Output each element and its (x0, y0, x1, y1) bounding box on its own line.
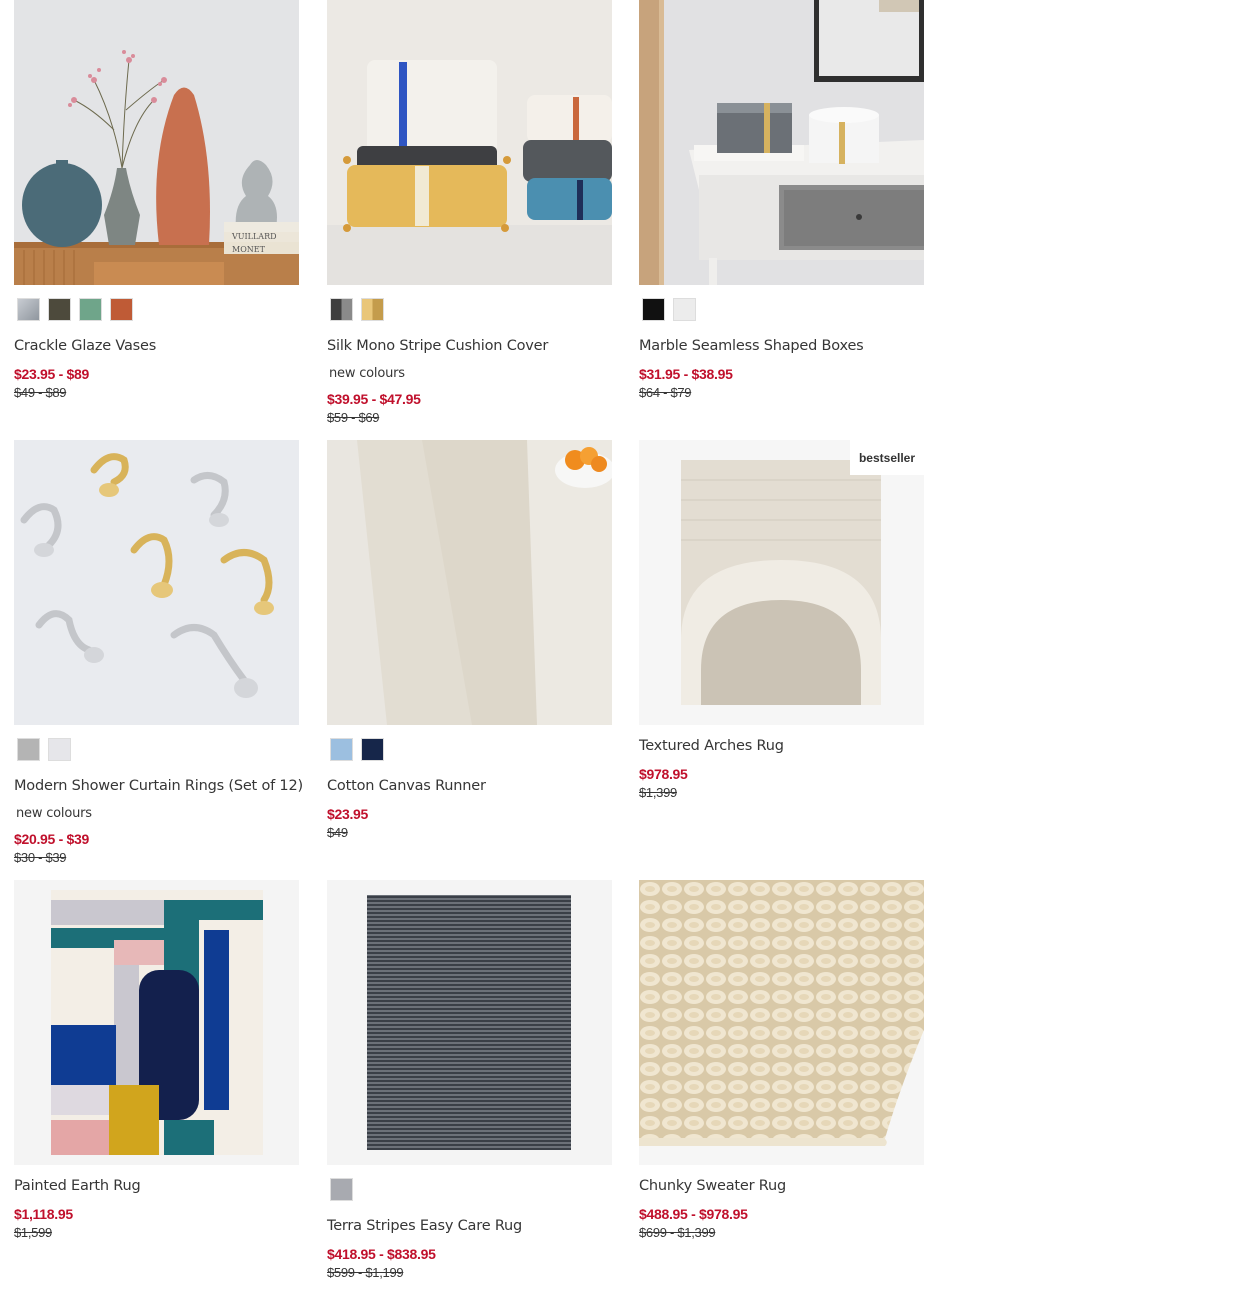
sale-price: $20.95 - $39 (14, 831, 90, 847)
swatch-4[interactable] (110, 298, 133, 321)
new-colours-label: new colours (329, 366, 405, 381)
product-image-vases[interactable]: VUILLARD MONET (14, 0, 299, 285)
runner-photo (327, 440, 612, 725)
product-card[interactable]: Painted Earth Rug $1,118.95 $1,599 (14, 880, 299, 1240)
swatch-1[interactable] (330, 1178, 353, 1201)
swatch-2[interactable] (48, 298, 71, 321)
swatch-1[interactable] (17, 738, 40, 761)
painted-earth-rug-photo (14, 880, 299, 1165)
product-image-painted-earth-rug[interactable] (14, 880, 299, 1165)
sale-price: $31.95 - $38.95 (639, 366, 733, 382)
swatch-2[interactable] (361, 298, 384, 321)
sale-price: $978.95 (639, 766, 688, 782)
book-label-1: VUILLARD (231, 232, 277, 241)
original-price: $64 - $79 (639, 385, 692, 400)
product-name[interactable]: Textured Arches Rug (639, 738, 784, 754)
arches-rug-photo (639, 440, 924, 725)
cushions-photo (327, 0, 612, 285)
swatch-2[interactable] (361, 738, 384, 761)
original-price: $49 (327, 825, 348, 840)
product-image-marble-boxes[interactable] (639, 0, 924, 285)
book-label-2: MONET (232, 245, 266, 254)
original-price: $30 - $39 (14, 850, 67, 865)
product-image-cushions[interactable] (327, 0, 612, 285)
original-price: $599 - $1,199 (327, 1265, 404, 1280)
product-card[interactable]: Marble Seamless Shaped Boxes $31.95 - $3… (639, 0, 924, 400)
product-card[interactable]: Modern Shower Curtain Rings (Set of 12) … (14, 440, 303, 865)
new-colours-label: new colours (16, 806, 92, 821)
sale-price: $23.95 (327, 806, 369, 822)
terra-stripes-rug-photo (327, 880, 612, 1165)
swatch-2[interactable] (673, 298, 696, 321)
sale-price: $1,118.95 (14, 1206, 73, 1222)
color-swatches (330, 1178, 353, 1201)
swatch-1[interactable] (642, 298, 665, 321)
color-swatches (17, 738, 71, 761)
swatch-1[interactable] (17, 298, 40, 321)
product-image-runner[interactable] (327, 440, 612, 725)
product-name[interactable]: Silk Mono Stripe Cushion Cover (327, 338, 548, 354)
marble-boxes-photo (639, 0, 924, 285)
bestseller-badge: bestseller (850, 440, 924, 475)
original-price: $1,399 (639, 785, 677, 800)
product-name[interactable]: Crackle Glaze Vases (14, 338, 156, 354)
swatch-2[interactable] (48, 738, 71, 761)
product-name[interactable]: Chunky Sweater Rug (639, 1178, 786, 1194)
product-card[interactable]: VUILLARD MONET Crackle Glaze Vases $23.9… (14, 0, 299, 400)
original-price: $699 - $1,399 (639, 1225, 716, 1240)
sale-price: $23.95 - $89 (14, 366, 90, 382)
product-name[interactable]: Modern Shower Curtain Rings (Set of 12) (14, 778, 303, 794)
product-image-terra-stripes-rug[interactable] (327, 880, 612, 1165)
color-swatches (17, 298, 133, 321)
product-card[interactable]: Terra Stripes Easy Care Rug $418.95 - $8… (327, 880, 612, 1280)
sale-price: $488.95 - $978.95 (639, 1206, 748, 1222)
chunky-sweater-rug-photo (639, 880, 924, 1165)
sale-price: $418.95 - $838.95 (327, 1246, 436, 1262)
product-card[interactable]: Silk Mono Stripe Cushion Cover new colou… (327, 0, 612, 425)
product-card[interactable]: Chunky Sweater Rug $488.95 - $978.95 $69… (639, 880, 924, 1240)
product-image-shower-rings[interactable] (14, 440, 299, 725)
swatch-3[interactable] (79, 298, 102, 321)
color-swatches (642, 298, 696, 321)
original-price: $59 - $69 (327, 410, 380, 425)
swatch-1[interactable] (330, 298, 353, 321)
product-name[interactable]: Painted Earth Rug (14, 1178, 141, 1194)
product-name[interactable]: Marble Seamless Shaped Boxes (639, 338, 864, 354)
color-swatches (330, 298, 384, 321)
color-swatches (330, 738, 384, 761)
shower-rings-photo (14, 440, 299, 725)
product-image-arches-rug[interactable]: bestseller (639, 440, 924, 725)
vases-photo: VUILLARD MONET (14, 0, 299, 285)
swatch-1[interactable] (330, 738, 353, 761)
original-price: $49 - $89 (14, 385, 67, 400)
product-card[interactable]: Cotton Canvas Runner $23.95 $49 (327, 440, 612, 840)
product-name[interactable]: Cotton Canvas Runner (327, 778, 486, 794)
product-card[interactable]: bestseller Textured Arches Rug $978.95 $… (639, 440, 924, 800)
sale-price: $39.95 - $47.95 (327, 391, 421, 407)
product-image-chunky-sweater-rug[interactable] (639, 880, 924, 1165)
original-price: $1,599 (14, 1225, 52, 1240)
product-name[interactable]: Terra Stripes Easy Care Rug (327, 1218, 522, 1234)
